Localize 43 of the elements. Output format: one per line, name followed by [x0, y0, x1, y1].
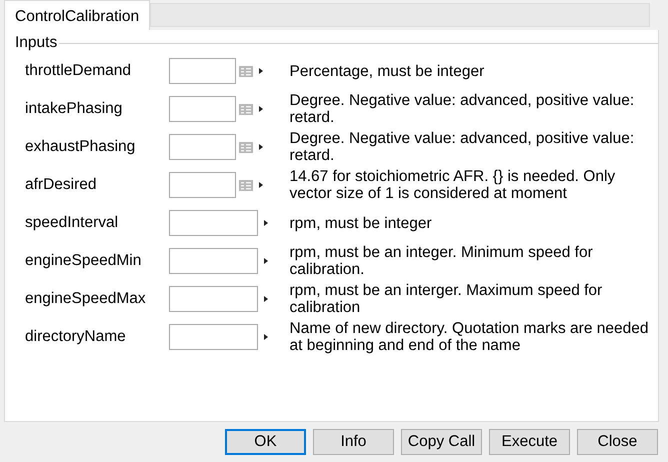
arrow-icon[interactable] [264, 258, 268, 264]
arrow-icon[interactable] [264, 296, 268, 302]
dialog-button[interactable]: Info [313, 429, 394, 455]
input-field[interactable] [168, 134, 236, 160]
group-title: Inputs [15, 34, 58, 52]
field-label: afrDesired [25, 176, 98, 194]
description: Percentage, must be integer [290, 62, 486, 80]
arrow-icon[interactable] [258, 106, 263, 112]
dialog-button[interactable]: Close [577, 429, 658, 455]
input-field[interactable] [168, 58, 236, 84]
matrix-icon[interactable] [238, 180, 253, 190]
description: rpm, must be an interger. Maximum speed for calibration [290, 282, 604, 316]
input-field[interactable] [168, 286, 258, 312]
description: 14.67 for stoichiometric AFR. {} is needed. Only vector size of 1 is considered at moment [290, 168, 616, 202]
field-label: intakePhasing [25, 100, 124, 118]
description: rpm, must be an integer. Minimum speed for calibration. [290, 244, 594, 278]
description: Name of new directory. Quotation marks are needed at beginning and end of the name [290, 320, 650, 354]
input-field[interactable] [168, 96, 236, 122]
field-label: directoryName [25, 328, 127, 346]
input-field[interactable] [168, 324, 258, 350]
dialog-button[interactable]: Copy Call [401, 429, 482, 455]
arrow-icon[interactable] [264, 220, 268, 226]
arrow-icon[interactable] [258, 182, 263, 188]
arrow-icon[interactable] [258, 68, 263, 74]
dialog-button[interactable]: OK [225, 429, 306, 455]
input-field[interactable] [168, 248, 258, 274]
matrix-icon[interactable] [238, 66, 253, 76]
description: Degree. Negative value: advanced, positive value: retard. [290, 130, 636, 164]
matrix-icon[interactable] [238, 104, 253, 114]
dialog-button[interactable]: Execute [489, 429, 570, 455]
field-label: throttleDemand [25, 62, 132, 80]
arrow-icon[interactable] [258, 144, 263, 150]
description: Degree. Negative value: advanced, positive value: retard. [290, 92, 636, 126]
field-label: speedInterval [25, 214, 120, 232]
input-field[interactable] [168, 210, 258, 236]
field-label: engineSpeedMin [25, 252, 142, 270]
tab[interactable]: ControlCalibration [4, 0, 150, 30]
field-label: exhaustPhasing [25, 138, 136, 156]
field-label: engineSpeedMax [25, 290, 147, 308]
matrix-icon[interactable] [238, 142, 253, 152]
input-field[interactable] [168, 172, 236, 198]
arrow-icon[interactable] [264, 334, 268, 340]
description: rpm, must be integer [290, 214, 433, 232]
